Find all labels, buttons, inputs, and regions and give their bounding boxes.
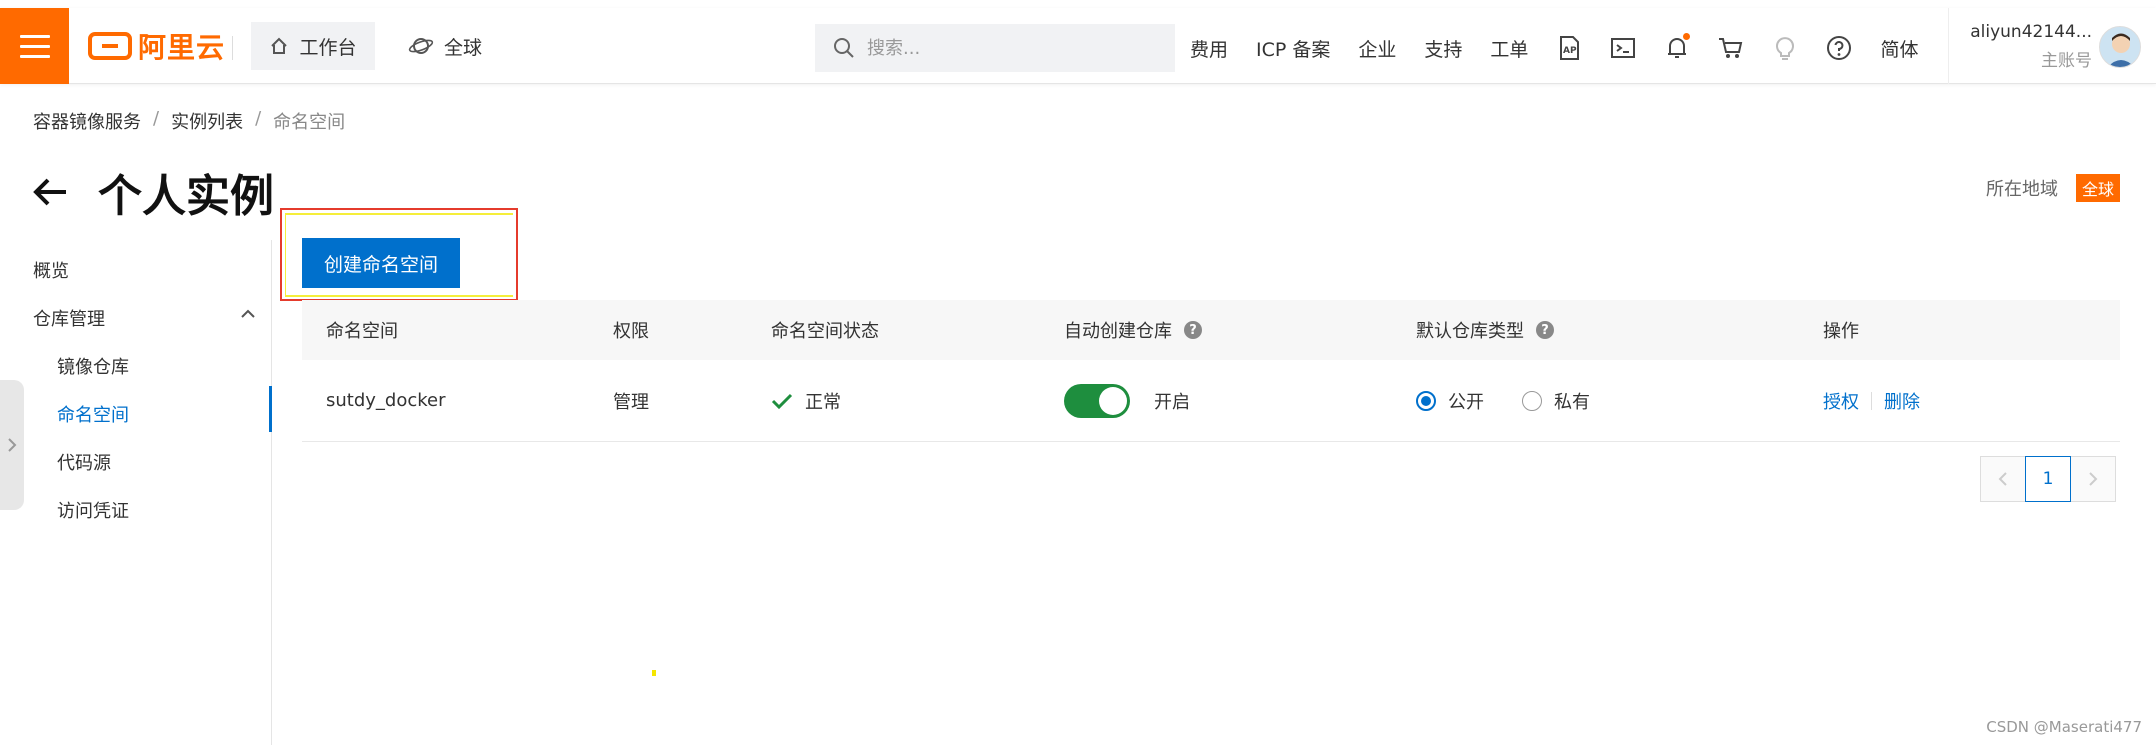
chevron-up-icon [241, 309, 255, 318]
breadcrumb-item-service[interactable]: 容器镜像服务 [33, 108, 141, 134]
breadcrumb: 容器镜像服务 / 实例列表 / 命名空间 [33, 108, 345, 134]
globe-icon [408, 38, 434, 54]
table-row: sutdy_docker 管理 正常 开启 公开 私有 授权 删除 [302, 360, 2120, 442]
radio-private-label[interactable]: 私有 [1554, 388, 1590, 414]
region-scope-button[interactable]: 全球 [408, 22, 482, 70]
chevron-right-icon [8, 438, 17, 452]
account-menu[interactable]: aliyun42144... 主账号 [1962, 22, 2092, 71]
sidebar-item-credentials[interactable]: 访问凭证 [57, 497, 129, 523]
chevron-right-icon [2089, 472, 2098, 486]
header-auto-create-label: 自动创建仓库 [1064, 321, 1172, 342]
logo-text: 阿里云 [138, 31, 226, 64]
link-support[interactable]: 支持 [1424, 35, 1462, 62]
aliyun-logo-icon [88, 32, 132, 60]
sidebar-item-overview[interactable]: 概览 [33, 257, 69, 283]
divider [232, 36, 233, 60]
toggle-label: 开启 [1154, 391, 1190, 413]
sidebar-item-image-repo[interactable]: 镜像仓库 [57, 353, 129, 379]
page-number[interactable]: 1 [2025, 456, 2071, 502]
divider [1871, 391, 1872, 410]
pagination: 1 [1980, 456, 2116, 502]
radio-public-label[interactable]: 公开 [1448, 388, 1484, 414]
region-tag: 全球 [2075, 174, 2120, 202]
cell-status: 正常 [771, 388, 841, 414]
header-auto-create: 自动创建仓库 ? [1064, 317, 1202, 343]
region-indicator: 所在地域 全球 [1986, 174, 2120, 202]
hamburger-menu-icon[interactable] [0, 8, 69, 84]
region-scope-label: 全球 [444, 36, 483, 59]
cell-actions: 授权 删除 [1823, 388, 1920, 414]
sidebar: 概览 仓库管理 镜像仓库 命名空间 代码源 访问凭证 [0, 240, 272, 745]
search-input[interactable] [867, 37, 1147, 59]
cell-auto-create: 开启 [1064, 383, 1190, 418]
back-arrow-icon[interactable] [30, 172, 70, 212]
link-ticket[interactable]: 工单 [1490, 35, 1528, 62]
link-icp[interactable]: ICP 备案 [1256, 35, 1330, 62]
divider [1948, 8, 1949, 84]
avatar[interactable] [2099, 26, 2141, 68]
sidebar-item-repo-management[interactable]: 仓库管理 [33, 305, 255, 331]
radio-private[interactable] [1522, 390, 1542, 411]
cell-namespace: sutdy_docker [326, 390, 446, 411]
check-icon [771, 393, 793, 409]
prev-page-button[interactable] [1980, 456, 2026, 502]
namespace-table: 命名空间 权限 命名空间状态 自动创建仓库 ? 默认仓库类型 ? 操作 sutd… [302, 300, 2120, 442]
account-name: aliyun42144... [1970, 22, 2092, 42]
page-header: 个人实例 [30, 160, 274, 224]
auto-create-toggle[interactable] [1064, 383, 1130, 418]
svg-text:API: API [1563, 46, 1580, 56]
header-default-repo-type-label: 默认仓库类型 [1416, 321, 1524, 342]
terminal-icon[interactable] [1610, 35, 1636, 61]
header-namespace: 命名空间 [326, 321, 398, 342]
delete-link[interactable]: 删除 [1884, 388, 1920, 414]
workbench-label: 工作台 [299, 36, 357, 59]
top-navbar: 阿里云 工作台 全球 费用 ICP 备案 企业 支持 工单 API [0, 8, 2156, 84]
breadcrumb-item-instances[interactable]: 实例列表 [171, 108, 243, 134]
help-circle-icon[interactable] [1826, 35, 1852, 61]
notification-dot [1683, 33, 1691, 40]
sidebar-item-code-source[interactable]: 代码源 [57, 449, 111, 475]
sidebar-collapse-toggle[interactable] [0, 380, 24, 510]
link-billing[interactable]: 费用 [1190, 35, 1228, 62]
account-type: 主账号 [2041, 51, 2092, 71]
create-namespace-button[interactable]: 创建命名空间 [302, 238, 460, 288]
breadcrumb-item-current: 命名空间 [273, 112, 346, 133]
top-links: 费用 ICP 备案 企业 支持 工单 API 简体 [1190, 24, 1918, 72]
search-box[interactable] [815, 24, 1175, 72]
page-title: 个人实例 [98, 171, 274, 222]
breadcrumb-separator: / [153, 108, 160, 129]
sidebar-item-namespace[interactable]: 命名空间 [57, 401, 129, 427]
cell-default-repo-type: 公开 私有 [1416, 388, 1590, 414]
region-label: 所在地域 [1985, 179, 2058, 200]
help-icon[interactable]: ? [1536, 321, 1554, 339]
header-status: 命名空间状态 [771, 321, 879, 342]
table-header: 命名空间 权限 命名空间状态 自动创建仓库 ? 默认仓库类型 ? 操作 [302, 300, 2120, 360]
api-icon[interactable]: API [1556, 35, 1582, 61]
next-page-button[interactable] [2070, 456, 2116, 502]
language-switch[interactable]: 简体 [1880, 35, 1918, 62]
aliyun-logo[interactable]: 阿里云 [88, 28, 225, 64]
header-default-repo-type: 默认仓库类型 ? [1416, 317, 1554, 343]
chevron-left-icon [1998, 472, 2007, 486]
sidebar-active-indicator [269, 386, 272, 432]
home-icon [271, 37, 288, 54]
search-icon [834, 38, 854, 58]
watermark: CSDN @Maserati477 [1986, 718, 2142, 736]
breadcrumb-separator: / [255, 108, 262, 129]
workbench-button[interactable]: 工作台 [251, 22, 375, 70]
bell-icon[interactable] [1664, 33, 1691, 61]
help-icon[interactable]: ? [1184, 321, 1202, 339]
link-enterprise[interactable]: 企业 [1358, 35, 1396, 62]
status-text: 正常 [805, 391, 841, 413]
lightbulb-icon[interactable] [1772, 35, 1798, 61]
sidebar-group-label: 仓库管理 [33, 309, 105, 330]
annotation-mark [652, 670, 656, 676]
header-actions: 操作 [1823, 321, 1859, 342]
cell-permission: 管理 [613, 391, 649, 413]
radio-public[interactable] [1416, 390, 1436, 411]
header-permission: 权限 [613, 321, 649, 342]
authorize-link[interactable]: 授权 [1823, 388, 1859, 414]
cart-icon[interactable] [1718, 35, 1744, 61]
